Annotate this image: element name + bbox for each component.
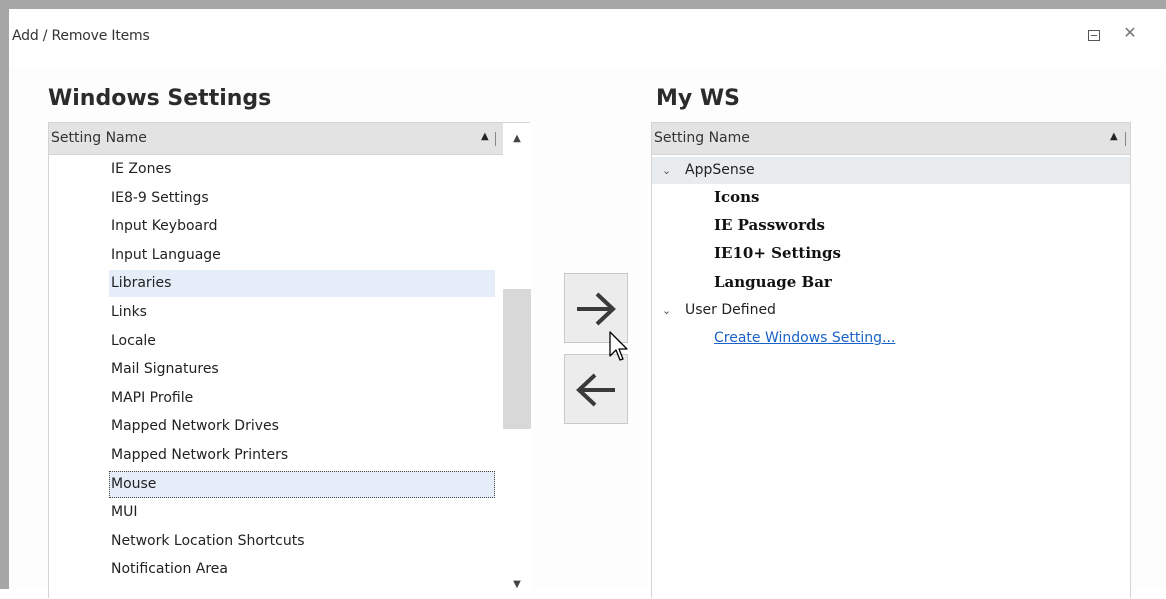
tree-group-label: AppSense: [685, 162, 755, 178]
title-bar: Add / Remove Items ✕: [9, 9, 1166, 66]
column-separator[interactable]: [1125, 132, 1126, 146]
tree-item-ie10-settings[interactable]: IE10+ Settings: [714, 240, 841, 267]
mouse-pointer-icon: [609, 331, 628, 361]
left-panel-title: Windows Settings: [48, 86, 272, 111]
tree-item-language-bar[interactable]: Language Bar: [714, 269, 832, 296]
list-item[interactable]: MAPI Profile: [109, 385, 495, 412]
chevron-down-icon[interactable]: ⌄: [662, 297, 671, 324]
restore-icon[interactable]: [1088, 30, 1100, 41]
list-item[interactable]: Locale: [109, 328, 495, 355]
right-panel-title: My WS: [656, 86, 741, 111]
close-icon[interactable]: ✕: [1120, 23, 1140, 43]
column-separator[interactable]: [495, 132, 496, 146]
list-item[interactable]: Mapped Network Printers: [109, 442, 495, 469]
list-item[interactable]: IE Zones: [109, 156, 495, 183]
tree-group-appsense[interactable]: ⌄ AppSense: [652, 157, 1130, 184]
column-header-setting-name[interactable]: Setting Name ▲: [652, 123, 1130, 155]
scroll-thumb[interactable]: [503, 289, 531, 429]
my-ws-list: Setting Name ▲ ⌄ AppSense Icons IE Passw…: [651, 122, 1131, 598]
list-item[interactable]: Mapped Network Drives: [109, 413, 495, 440]
vertical-scrollbar[interactable]: ▲ ▼: [503, 123, 531, 599]
window-title: Add / Remove Items: [12, 28, 150, 44]
arrow-right-icon: [577, 292, 616, 326]
tree-group-label: User Defined: [685, 302, 776, 318]
list-item[interactable]: Libraries: [109, 270, 495, 297]
list-item[interactable]: Mail Signatures: [109, 356, 495, 383]
arrow-left-icon: [576, 373, 615, 407]
tree-group-user-defined[interactable]: ⌄ User Defined: [652, 297, 1130, 324]
tree-item-icons[interactable]: Icons: [714, 184, 760, 211]
list-item[interactable]: Links: [109, 299, 495, 326]
list-item[interactable]: MUI: [109, 499, 495, 526]
scroll-up-icon[interactable]: ▲: [503, 123, 531, 155]
create-windows-setting-link[interactable]: Create Windows Setting...: [714, 325, 895, 352]
chevron-down-icon[interactable]: ⌄: [662, 157, 671, 184]
add-remove-items-dialog: Add / Remove Items ✕ Windows Settings My…: [0, 0, 1166, 599]
windows-settings-list: Setting Name ▲ IE Zones IE8-9 Settings Inp…: [48, 122, 531, 599]
list-item[interactable]: Input Keyboard: [109, 213, 495, 240]
column-header-setting-name[interactable]: Setting Name ▲: [49, 123, 503, 155]
list-item[interactable]: Mouse: [109, 471, 495, 498]
sort-ascending-icon[interactable]: ▲: [481, 131, 489, 142]
column-header-label: Setting Name: [51, 130, 147, 146]
tree-item-ie-passwords[interactable]: IE Passwords: [714, 212, 825, 239]
column-header-label: Setting Name: [654, 130, 750, 146]
sort-ascending-icon[interactable]: ▲: [1110, 131, 1118, 142]
list-item[interactable]: IE8-9 Settings: [109, 185, 495, 212]
list-item[interactable]: Network Location Shortcuts: [109, 528, 495, 555]
list-item[interactable]: Input Language: [109, 242, 495, 269]
scroll-down-icon[interactable]: ▼: [503, 573, 531, 597]
list-item[interactable]: Notification Area: [109, 556, 495, 583]
